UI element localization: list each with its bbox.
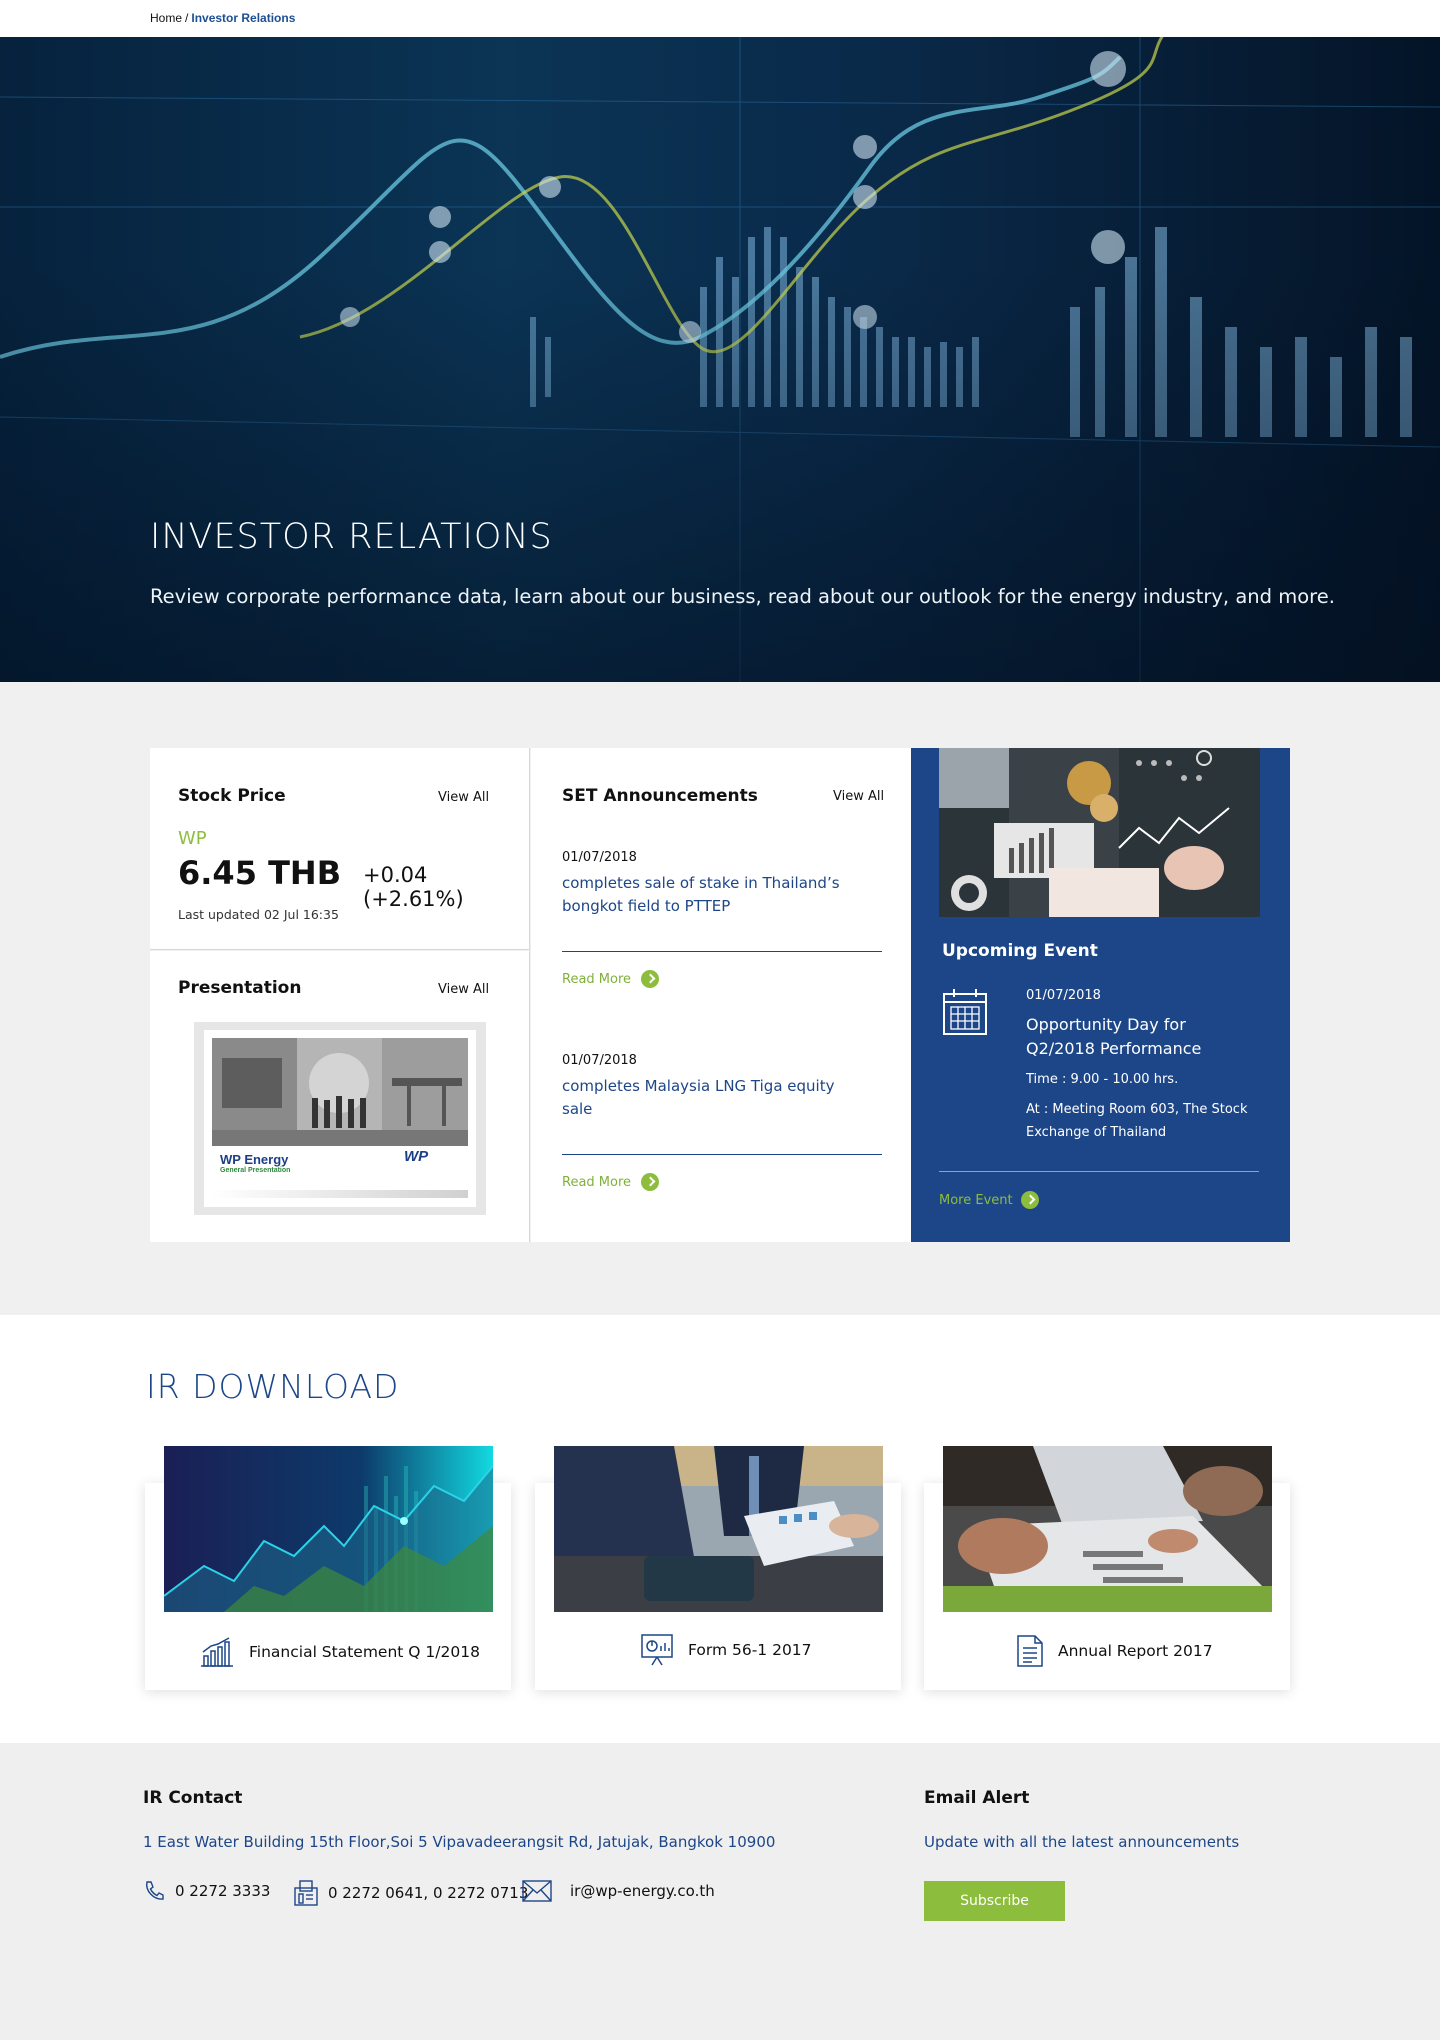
download-label-text: Form 56-1 2017 xyxy=(688,1641,812,1659)
email-alert-text: Update with all the latest announcements xyxy=(924,1833,1240,1851)
presentation-thumbnail[interactable]: WP Energy General Presentation WP xyxy=(194,1022,486,1215)
download-form-56-1-label[interactable]: Form 56-1 2017 xyxy=(640,1633,812,1667)
announcement-date: 01/07/2018 xyxy=(562,850,637,865)
contact-email: ir@wp-energy.co.th xyxy=(522,1880,715,1902)
announcement-read-more-link[interactable]: Read More xyxy=(562,1173,660,1191)
download-financial-statement-label[interactable]: Financial Statement Q 1/2018 xyxy=(199,1636,480,1668)
arrow-right-circle-icon xyxy=(641,1173,660,1191)
presentation-doc-title: WP Energy xyxy=(220,1152,289,1167)
breadcrumb-home-link[interactable]: Home xyxy=(150,11,182,25)
event-name: Opportunity Day for Q2/2018 Performance xyxy=(1026,1015,1202,1058)
bar-chart-icon xyxy=(201,1637,233,1667)
breadcrumb: Home / Investor Relations xyxy=(150,11,295,25)
download-annual-report-label[interactable]: Annual Report 2017 xyxy=(1016,1634,1213,1668)
stock-price-title: Stock Price xyxy=(178,786,286,806)
stock-last-updated: Last updated 02 Jul 16:35 xyxy=(178,907,339,922)
phone-icon xyxy=(146,1881,164,1900)
announcement-date: 01/07/2018 xyxy=(562,1053,637,1068)
presentation-footer-bar xyxy=(212,1190,468,1198)
event-divider xyxy=(939,1171,1259,1172)
breadcrumb-current[interactable]: Investor Relations xyxy=(191,11,295,25)
stock-price-value: 6.45 THB xyxy=(178,854,342,892)
breadcrumb-separator: / xyxy=(185,11,189,25)
event-date: 01/07/2018 xyxy=(1026,988,1101,1003)
announcement-headline[interactable]: completes sale of stake in Thailand’s bo… xyxy=(562,872,862,918)
set-announcements-title: SET Announcements xyxy=(562,786,758,806)
calendar-icon xyxy=(943,989,987,1035)
event-time: Time : 9.00 - 10.00 hrs. xyxy=(1026,1072,1179,1087)
phone-number[interactable]: 0 2272 3333 xyxy=(175,1882,270,1900)
presentation-board-icon xyxy=(641,1634,673,1666)
presentation-title: Presentation xyxy=(178,978,302,998)
ir-contact-title: IR Contact xyxy=(143,1788,243,1808)
contact-fax: 0 2272 0641, 0 2272 0713 xyxy=(294,1880,528,1906)
fax-number: 0 2272 0641, 0 2272 0713 xyxy=(328,1884,529,1902)
hero-subtitle: Review corporate performance data, learn… xyxy=(150,585,1335,608)
set-announcements-card: SET Announcements View All 01/07/2018 co… xyxy=(531,748,911,1242)
upcoming-event-title: Upcoming Event xyxy=(942,941,1098,961)
hero-banner: INVESTOR RELATIONS Review corporate perf… xyxy=(0,37,1440,682)
hero-title: INVESTOR RELATIONS xyxy=(150,517,553,557)
stock-price-change: +0.04 (+2.61%) xyxy=(363,863,464,911)
stock-price-card: Stock Price View All WP 6.45 THB +0.04 (… xyxy=(150,748,530,950)
document-icon xyxy=(1017,1635,1043,1667)
wp-energy-logo: WP xyxy=(404,1148,429,1165)
contact-phone: 0 2272 3333 xyxy=(143,1880,270,1902)
annual-report-image xyxy=(943,1446,1272,1612)
financial-statement-image xyxy=(164,1446,493,1612)
presentation-doc-subtitle: General Presentation xyxy=(220,1167,291,1174)
presentation-card: Presentation View All WP Energy General … xyxy=(150,951,530,1242)
read-more-label: Read More xyxy=(562,971,632,987)
arrow-right-circle-icon xyxy=(641,970,660,988)
stock-ticker: WP xyxy=(178,828,207,849)
announcement-divider xyxy=(562,951,882,952)
subscribe-button[interactable]: Subscribe xyxy=(924,1881,1065,1921)
announcements-view-all-link[interactable]: View All xyxy=(833,789,884,804)
download-label-text: Annual Report 2017 xyxy=(1058,1642,1213,1660)
mail-icon xyxy=(522,1880,552,1902)
stock-view-all-link[interactable]: View All xyxy=(438,790,489,805)
event-photo xyxy=(939,748,1260,917)
event-location: At : Meeting Room 603, The Stock Exchang… xyxy=(1026,1102,1248,1140)
email-address[interactable]: ir@wp-energy.co.th xyxy=(570,1882,715,1900)
announcement-read-more-link[interactable]: Read More xyxy=(562,970,660,988)
presentation-cover-page: WP Energy General Presentation WP xyxy=(204,1030,476,1207)
fax-icon xyxy=(294,1880,318,1906)
contact-address: 1 East Water Building 15th Floor,Soi 5 V… xyxy=(143,1833,776,1851)
download-label-text: Financial Statement Q 1/2018 xyxy=(249,1643,480,1661)
ir-download-title: IR DOWNLOAD xyxy=(146,1367,400,1406)
announcement-divider xyxy=(562,1154,882,1155)
presentation-cover-photos xyxy=(212,1038,468,1146)
contact-section: IR Contact 1 East Water Building 15th Fl… xyxy=(0,1743,1440,2040)
form-56-1-image xyxy=(554,1446,883,1612)
arrow-right-circle-icon xyxy=(1020,1191,1039,1209)
presentation-view-all-link[interactable]: View All xyxy=(438,982,489,997)
read-more-label: Read More xyxy=(562,1174,632,1190)
more-event-link[interactable]: More Event xyxy=(939,1191,1039,1209)
announcement-headline[interactable]: completes Malaysia LNG Tiga equity sale xyxy=(562,1075,862,1121)
email-alert-title: Email Alert xyxy=(924,1788,1030,1808)
more-event-label: More Event xyxy=(939,1192,1013,1208)
upcoming-event-card: Upcoming Event 01/07/2018 Opportunity Da… xyxy=(911,748,1290,1242)
